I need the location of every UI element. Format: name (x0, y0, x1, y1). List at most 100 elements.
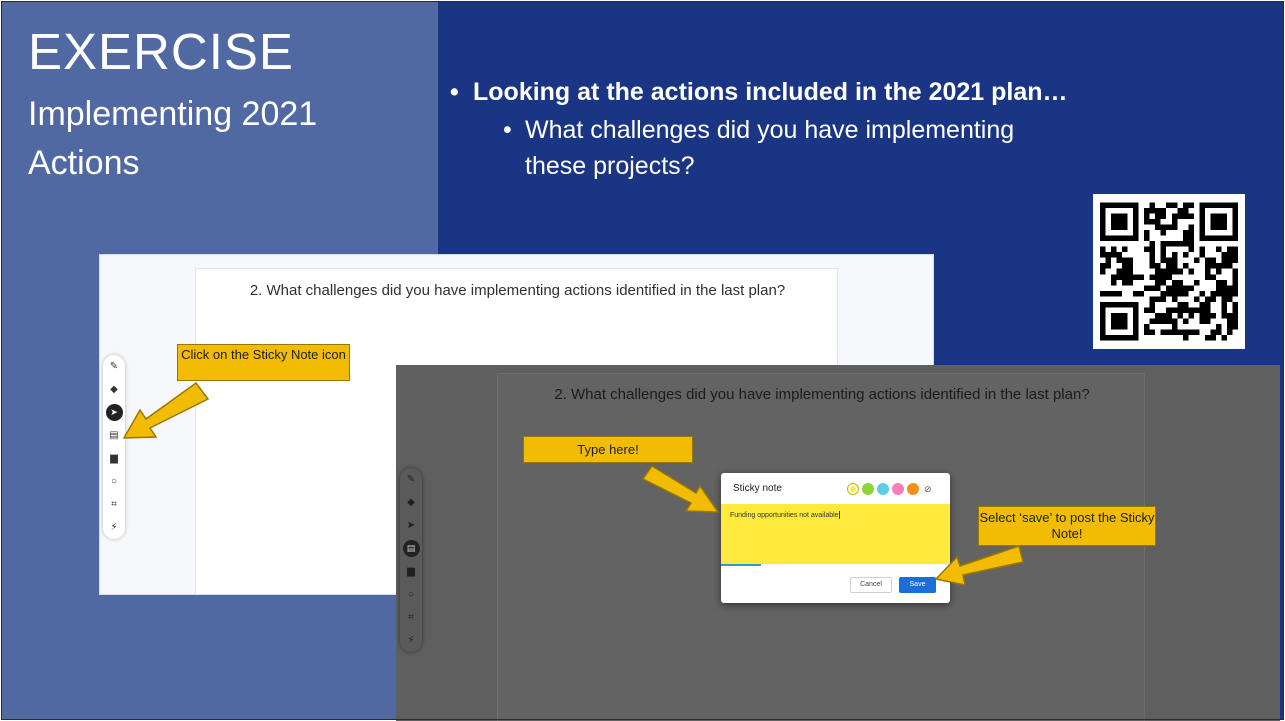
qr-module (1100, 208, 1106, 214)
qr-module (1232, 230, 1238, 236)
qr-module (1199, 219, 1205, 225)
qr-module (1133, 301, 1139, 308)
bullet-main: • Looking at the actions included in the… (450, 76, 1250, 108)
image-icon[interactable]: ▆ (400, 560, 422, 583)
qr-module (1221, 301, 1227, 308)
qr-module (1127, 263, 1134, 269)
qr-module (1215, 263, 1222, 269)
qr-module (1160, 252, 1167, 258)
eraser-icon[interactable]: ◆ (400, 491, 422, 514)
qr-module (1232, 312, 1238, 319)
color-swatch-blue[interactable] (877, 483, 889, 495)
qr-module (1215, 279, 1222, 286)
frame-icon[interactable]: ⌗ (103, 493, 125, 516)
qr-module (1160, 329, 1167, 335)
no-color-icon[interactable]: ⊘ (924, 484, 932, 495)
qr-module (1160, 241, 1167, 247)
qr-module (1100, 318, 1106, 324)
laser-icon[interactable]: ⚡ (400, 629, 422, 652)
select-arrow-icon[interactable]: ➤ (400, 514, 422, 537)
qr-module (1166, 307, 1172, 313)
qr-module (1100, 323, 1106, 330)
drawing-toolbar: ✎ ◆ ➤ ▤ ▆ ○ ⌗ ⚡ (103, 355, 125, 539)
qr-module (1122, 318, 1128, 324)
color-swatch-green[interactable] (862, 483, 874, 495)
qr-module (1122, 257, 1128, 264)
qr-module (1133, 230, 1139, 236)
question-text: 2. What challenges did you have implemen… (249, 282, 786, 299)
qr-module (1199, 307, 1205, 313)
bullet-sub: • What challenges did you have implement… (503, 112, 1063, 184)
color-swatch-pink[interactable] (892, 483, 904, 495)
qr-module (1204, 296, 1211, 302)
qr-module (1166, 312, 1172, 319)
qr-module (1204, 202, 1211, 209)
qr-module (1122, 334, 1128, 341)
sticky-note-icon[interactable]: ▤ (400, 537, 422, 560)
qr-module (1215, 268, 1222, 275)
qr-module (1210, 224, 1216, 231)
qr-module (1111, 323, 1117, 330)
qr-module (1171, 219, 1178, 225)
frame-icon[interactable]: ⌗ (400, 606, 422, 629)
qr-module (1177, 301, 1183, 308)
qr-module (1111, 246, 1117, 253)
cancel-button[interactable]: Cancel (850, 577, 892, 593)
qr-module (1133, 329, 1139, 335)
save-button[interactable]: Save (899, 577, 936, 593)
pen-icon[interactable]: ✎ (400, 468, 422, 491)
qr-module (1144, 219, 1150, 225)
question-text: 2. What challenges did you have implemen… (554, 386, 1090, 403)
qr-module (1232, 208, 1238, 214)
qr-module (1177, 241, 1183, 247)
qr-module (1210, 263, 1216, 269)
bullet-main-text: Looking at the actions included in the 2… (473, 78, 1068, 106)
qr-module (1122, 219, 1128, 225)
eraser-icon[interactable]: ◆ (103, 378, 125, 401)
qr-module (1188, 312, 1194, 319)
qr-module (1149, 202, 1156, 209)
image-icon[interactable]: ▆ (103, 447, 125, 470)
qr-module (1204, 301, 1211, 308)
qr-module (1100, 219, 1106, 225)
shape-icon[interactable]: ○ (103, 470, 125, 493)
qr-module (1122, 235, 1128, 242)
qr-module (1155, 208, 1161, 214)
qr-module (1100, 301, 1106, 308)
qr-module (1204, 312, 1211, 319)
qr-module (1199, 235, 1205, 242)
callout-save: Select ‘save’ to post the Sticky Note! (978, 506, 1156, 546)
qr-module (1127, 235, 1134, 242)
note-text-area[interactable]: Funding opportunities not available (721, 504, 950, 564)
qr-module (1171, 279, 1178, 286)
qr-module (1215, 323, 1222, 330)
qr-module (1160, 257, 1167, 264)
pen-icon[interactable]: ✎ (103, 355, 125, 378)
qr-module (1204, 235, 1211, 242)
qr-module (1133, 307, 1139, 313)
qr-module (1122, 213, 1128, 220)
select-arrow-icon[interactable]: ➤ (103, 401, 125, 424)
laser-icon[interactable]: ⚡ (103, 516, 125, 539)
qr-module (1160, 224, 1167, 231)
qr-module (1215, 290, 1222, 297)
qr-module (1182, 252, 1189, 258)
shape-icon[interactable]: ○ (400, 583, 422, 606)
qr-module (1122, 279, 1128, 286)
qr-module (1138, 290, 1145, 297)
qr-module (1199, 318, 1205, 324)
qr-module (1182, 334, 1189, 341)
qr-module (1122, 274, 1128, 280)
note-text: Funding opportunities not available (730, 511, 839, 519)
color-swatch-yellow[interactable] (847, 483, 859, 495)
qr-module (1188, 307, 1194, 313)
qr-module (1144, 208, 1150, 214)
color-swatch-orange[interactable] (907, 483, 919, 495)
qr-module (1221, 235, 1227, 242)
qr-module (1116, 290, 1123, 297)
bullet-sub-text: What challenges did you have implementin… (525, 116, 1015, 180)
qr-module (1149, 285, 1156, 291)
qr-module (1232, 257, 1238, 264)
qr-module (1204, 334, 1211, 341)
sticky-note-icon[interactable]: ▤ (103, 424, 125, 447)
